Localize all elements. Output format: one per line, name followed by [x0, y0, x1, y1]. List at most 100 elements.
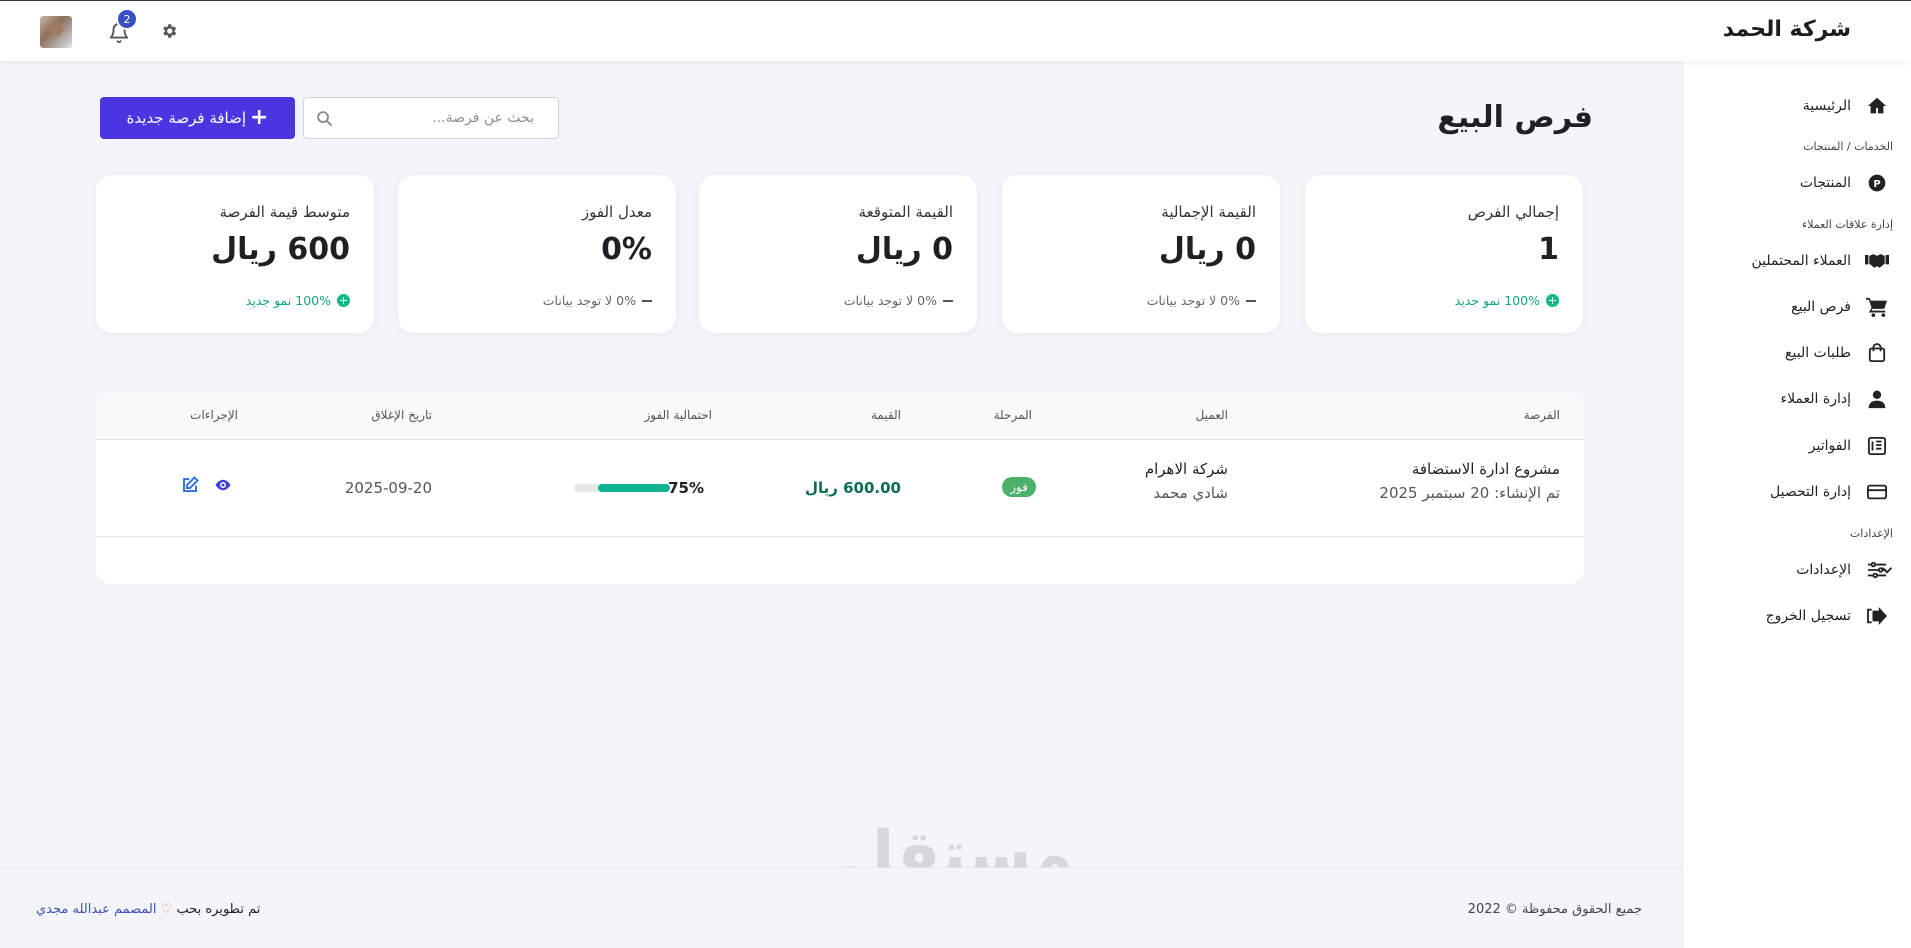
stat-card-total-opportunities: إجمالي الفرص 1 + 100% نمو جديد [1305, 175, 1583, 333]
sidebar-item-collections[interactable]: إدارة التحصيل [1682, 473, 1911, 511]
column-header-value[interactable]: القيمة [871, 408, 901, 422]
copyright-text: جميع الحقوق محفوظة © 2022 [1467, 902, 1642, 917]
developer-credit-prefix: تم تطويره بحب [176, 902, 261, 917]
sidebar-section-settings: الإعدادات [1849, 527, 1893, 540]
sidebar-item-logout[interactable]: تسجيل الخروج [1682, 597, 1911, 635]
settings-button[interactable] [160, 22, 180, 42]
stat-card-title: إجمالي الفرص [1467, 203, 1559, 221]
stat-card-title: متوسط قيمة الفرصة [219, 203, 350, 221]
opportunities-table: الفرصة العميل المرحلة القيمة احتمالية ال… [96, 392, 1584, 584]
invoice-icon [1865, 434, 1889, 458]
designer-link[interactable]: المصمم عبدالله مجدي [36, 902, 157, 917]
edit-icon[interactable] [181, 476, 199, 494]
user-avatar[interactable] [40, 16, 72, 48]
stat-card-trend-text: 0% لا توجد بيانات [542, 293, 636, 308]
trend-flat-icon [642, 299, 652, 302]
column-header-client[interactable]: العميل [1196, 408, 1228, 422]
sidebar-item-settings[interactable]: الإعدادات [1682, 551, 1911, 589]
probability-progress-bar [574, 484, 670, 492]
column-header-stage[interactable]: المرحلة [994, 408, 1032, 422]
client-name: شركة الاهرام [1144, 460, 1228, 478]
sidebar-item-invoices[interactable]: الفواتير [1682, 427, 1911, 465]
products-icon: P [1865, 171, 1889, 195]
opportunity-value: 600.00 ريال [804, 479, 901, 497]
view-icon[interactable] [214, 476, 232, 494]
stat-card-trend-text: 100% نمو جديد [1454, 293, 1540, 308]
sidebar-item-label: المنتجات [1799, 175, 1851, 191]
search-icon [317, 111, 333, 127]
stat-card-win-rate: معدل الفوز 0% 0% لا توجد بيانات [398, 175, 676, 333]
sidebar-item-label: الإعدادات [1796, 562, 1851, 578]
gear-icon [163, 24, 177, 38]
sidebar-item-label: إدارة التحصيل [1770, 484, 1851, 500]
stat-card-trend: 0% لا توجد بيانات [1147, 293, 1256, 308]
stat-card-trend-text: 100% نمو جديد [245, 293, 331, 308]
cart-icon [1865, 295, 1889, 319]
stat-card-expected-value: القيمة المتوقعة 0 ريال 0% لا توجد بيانات [699, 175, 977, 333]
sidebar-item-label: فرص البيع [1791, 299, 1851, 315]
column-header-close-date[interactable]: تاريخ الإغلاق [371, 408, 432, 422]
top-icons-group: 2 [40, 8, 180, 51]
stat-card-trend: 0% لا توجد بيانات [543, 293, 652, 308]
brand-name[interactable]: شركة الحمد [1723, 17, 1851, 42]
stat-card-value: 0 ريال [1158, 232, 1256, 267]
stat-card-value: 0% [601, 232, 652, 267]
credit-card-icon [1865, 480, 1889, 504]
sidebar-item-home[interactable]: الرئيسية [1682, 87, 1911, 125]
close-date: 2025-09-20 [344, 479, 432, 497]
footer: جميع الحقوق محفوظة © 2022 تم تطويره بحب … [0, 867, 1682, 948]
stat-card-trend-text: 0% لا توجد بيانات [843, 293, 937, 308]
sidebar-item-label: تسجيل الخروج [1765, 608, 1851, 624]
column-header-opportunity[interactable]: الفرصة [1524, 408, 1560, 422]
sidebar-item-products[interactable]: P المنتجات [1682, 164, 1911, 202]
plus-icon: + [250, 105, 269, 130]
notification-count-badge: 2 [116, 8, 138, 30]
home-icon [1865, 94, 1889, 118]
stat-card-title: القيمة الإجمالية [1161, 203, 1256, 221]
search-input[interactable] [304, 98, 558, 138]
sidebar-item-label: الفواتير [1808, 438, 1851, 454]
sidebar-item-leads[interactable]: العملاء المحتملين [1682, 242, 1911, 280]
chevron-down-icon[interactable] [1878, 561, 1896, 579]
heart-icon: ♡ [160, 902, 173, 917]
sidebar-section-services: الخدمات / المنتجات [1803, 140, 1893, 153]
logout-icon [1865, 604, 1889, 628]
sidebar: الرئيسية الخدمات / المنتجات P المنتجات إ… [1682, 61, 1911, 948]
opportunity-name[interactable]: مشروع ادارة الاستضافة [1412, 460, 1560, 478]
stat-card-title: معدل الفوز [581, 203, 652, 221]
user-icon [1865, 387, 1889, 411]
trend-flat-icon [1246, 299, 1256, 302]
sidebar-item-opportunities[interactable]: فرص البيع [1682, 288, 1911, 326]
page-title: فرص البيع [1437, 100, 1593, 135]
stat-card-trend-text: 0% لا توجد بيانات [1146, 293, 1240, 308]
add-opportunity-label: إضافة فرصة جديدة [126, 109, 247, 127]
table-header: الفرصة العميل المرحلة القيمة احتمالية ال… [96, 392, 1584, 440]
stat-card-trend: 0% لا توجد بيانات [844, 293, 953, 308]
top-navbar: شركة الحمد 2 [0, 0, 1911, 61]
sidebar-item-label: الرئيسية [1802, 98, 1851, 114]
column-header-actions: الإجراءات [190, 408, 238, 422]
shopping-bag-icon [1865, 341, 1889, 365]
stat-card-total-value: القيمة الإجمالية 0 ريال 0% لا توجد بيانا… [1002, 175, 1280, 333]
add-opportunity-button[interactable]: + إضافة فرصة جديدة [100, 97, 295, 139]
opportunity-created-date: تم الإنشاء: 20 سبتمبر 2025 [1379, 484, 1560, 502]
stat-card-value: 1 [1538, 232, 1559, 267]
stat-card-value: 600 ريال [211, 232, 350, 267]
sidebar-item-label: العملاء المحتملين [1751, 253, 1851, 269]
sidebar-item-sales-orders[interactable]: طلبات البيع [1682, 334, 1911, 372]
stat-card-trend: + 100% نمو جديد [246, 293, 350, 308]
handshake-icon [1865, 249, 1889, 273]
trend-flat-icon [943, 299, 953, 302]
trend-up-icon: + [1546, 294, 1559, 307]
search-field[interactable] [303, 97, 559, 139]
svg-text:P: P [1873, 179, 1880, 190]
sidebar-item-label: إدارة العملاء [1780, 391, 1852, 407]
sidebar-item-label: طلبات البيع [1785, 345, 1851, 361]
notifications-button[interactable]: 2 [108, 8, 138, 44]
column-header-probability[interactable]: احتمالية الفوز [644, 408, 712, 422]
table-row[interactable]: مشروع ادارة الاستضافة تم الإنشاء: 20 سبت… [96, 440, 1584, 537]
sidebar-section-crm: إدارة علاقات العملاء [1802, 218, 1893, 231]
stat-card-average-value: متوسط قيمة الفرصة 600 ريال + 100% نمو جد… [96, 175, 374, 333]
stat-card-value: 0 ريال [855, 232, 953, 267]
sidebar-item-customers[interactable]: إدارة العملاء [1682, 380, 1911, 418]
